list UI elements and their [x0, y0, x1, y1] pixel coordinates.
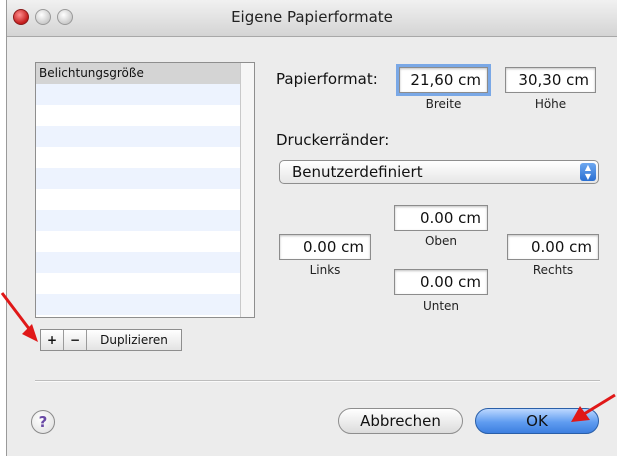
list-button-bar: + − Duplizieren — [40, 329, 182, 351]
list-item[interactable] — [36, 105, 254, 126]
margin-top-caption: Oben — [424, 234, 458, 248]
list-item[interactable] — [36, 147, 254, 168]
remove-button[interactable]: − — [64, 330, 87, 350]
list-item[interactable] — [36, 252, 254, 273]
margin-top-field[interactable]: 0.00 cm — [394, 205, 488, 231]
duplicate-button[interactable]: Duplizieren — [87, 330, 181, 350]
list-item[interactable]: Belichtungsgröße — [36, 63, 254, 84]
list-item[interactable] — [36, 84, 254, 105]
paper-width-field[interactable]: 21,60 cm — [396, 64, 491, 96]
separator — [35, 380, 600, 382]
paper-height-field[interactable]: 30,30 cm — [505, 67, 596, 93]
list-item[interactable] — [36, 294, 254, 315]
height-caption: Höhe — [534, 97, 567, 111]
paper-size-list[interactable]: Belichtungsgröße — [35, 62, 255, 318]
margin-left-caption: Links — [309, 263, 341, 277]
dialog-window: Eigene Papierformate Belichtungsgröße + … — [6, 0, 617, 456]
list-item[interactable] — [36, 189, 254, 210]
printer-margins-label: Druckerränder: — [276, 131, 390, 149]
margin-right-field[interactable]: 0.00 cm — [507, 234, 599, 260]
ok-button[interactable]: OK — [475, 408, 599, 434]
list-item[interactable] — [36, 168, 254, 189]
margins-preset-value: Benutzerdefiniert — [292, 163, 423, 181]
list-scrollbar[interactable] — [240, 63, 254, 317]
margins-preset-popup[interactable]: Benutzerdefiniert ▲ ▼ — [279, 160, 599, 184]
add-button[interactable]: + — [41, 330, 64, 350]
popup-arrows-icon: ▲ ▼ — [580, 163, 596, 181]
paper-size-label: Papierformat: — [276, 70, 378, 88]
margin-right-caption: Rechts — [532, 263, 574, 277]
margin-bottom-caption: Unten — [422, 299, 460, 313]
margin-bottom-field[interactable]: 0.00 cm — [394, 269, 488, 295]
width-caption: Breite — [425, 97, 462, 111]
window-title: Eigene Papierformate — [231, 8, 393, 26]
list-item[interactable] — [36, 210, 254, 231]
help-button[interactable]: ? — [31, 410, 55, 434]
list-item[interactable] — [36, 273, 254, 294]
cancel-button[interactable]: Abbrechen — [338, 408, 463, 434]
margin-left-field[interactable]: 0.00 cm — [279, 234, 371, 260]
list-item[interactable] — [36, 126, 254, 147]
list-item[interactable] — [36, 231, 254, 252]
title-bar: Eigene Papierformate — [7, 0, 617, 37]
